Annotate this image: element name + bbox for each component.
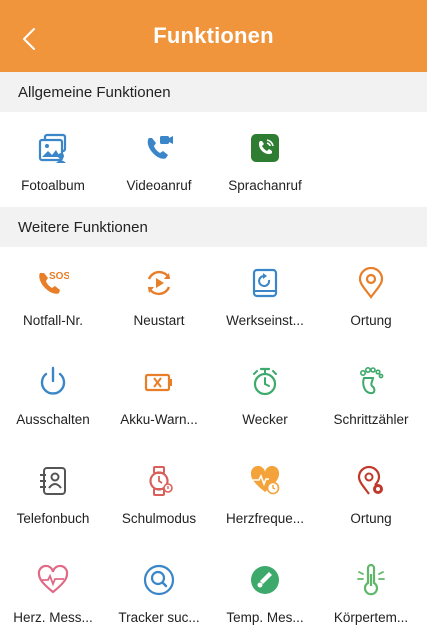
- function-schulmodus[interactable]: Schulmodus: [106, 445, 212, 540]
- sos-call-icon: SOS: [37, 267, 69, 299]
- section-title: Allgemeine Funktionen: [18, 83, 171, 101]
- function-label: Temp. Mes...: [226, 610, 304, 625]
- function-wecker[interactable]: Wecker: [212, 346, 318, 441]
- body-temperature-icon: [355, 564, 387, 596]
- function-temp-messung[interactable]: Temp. Mes...: [212, 544, 318, 639]
- function-herz-messung[interactable]: Herz. Mess...: [0, 544, 106, 639]
- photo-album-icon: [37, 132, 69, 164]
- more-functions-grid: SOS Notfall-Nr. Neustart Werkseinst... O…: [0, 247, 427, 641]
- restart-icon: [143, 267, 175, 299]
- function-tracker-suchen[interactable]: Tracker suc...: [106, 544, 212, 639]
- function-videoanruf[interactable]: Videoanruf: [106, 112, 212, 207]
- function-label: Körpertem...: [333, 610, 409, 625]
- general-functions-grid: Fotoalbum Videoanruf Sprachanruf: [0, 112, 427, 207]
- function-telefonbuch[interactable]: Telefonbuch: [0, 445, 106, 540]
- function-label: Ortung: [350, 511, 392, 526]
- function-label: Werkseinst...: [226, 313, 304, 328]
- location-pin-icon: [355, 267, 387, 299]
- function-schrittzaehler[interactable]: Schrittzähler: [318, 346, 424, 441]
- function-notfall-nr[interactable]: SOS Notfall-Nr.: [0, 247, 106, 342]
- function-sprachanruf[interactable]: Sprachanruf: [212, 112, 318, 207]
- phonebook-icon: [37, 465, 69, 497]
- function-ausschalten[interactable]: Ausschalten: [0, 346, 106, 441]
- location-target-icon: [355, 465, 387, 497]
- function-label: Herz. Mess...: [13, 610, 93, 625]
- page-title: Funktionen: [153, 23, 274, 48]
- function-label: Schrittzähler: [333, 412, 409, 427]
- voice-call-icon: [249, 132, 281, 164]
- app-header: Funktionen: [0, 0, 427, 72]
- function-koerpertemperatur[interactable]: Körpertem...: [318, 544, 424, 639]
- function-fotoalbum[interactable]: Fotoalbum: [0, 112, 106, 207]
- function-label: Telefonbuch: [16, 511, 90, 526]
- footprint-icon: [355, 366, 387, 398]
- section-title: Weitere Funktionen: [18, 218, 148, 236]
- svg-text:SOS: SOS: [49, 271, 69, 282]
- watch-icon: [143, 465, 175, 497]
- function-werkseinstellung[interactable]: Werkseinst...: [212, 247, 318, 342]
- function-label: Sprachanruf: [228, 178, 302, 193]
- function-label: Wecker: [242, 412, 288, 427]
- function-label: Neustart: [133, 313, 185, 328]
- heart-rate-icon: [249, 465, 281, 497]
- function-label: Fotoalbum: [21, 178, 85, 193]
- battery-warning-icon: [143, 366, 175, 398]
- function-label: Akku-Warn...: [120, 412, 198, 427]
- function-label: Notfall-Nr.: [22, 313, 83, 328]
- function-ortung-2[interactable]: Ortung: [318, 445, 424, 540]
- factory-reset-icon: [249, 267, 281, 299]
- section-header-general: Allgemeine Funktionen: [0, 72, 427, 112]
- function-ortung[interactable]: Ortung: [318, 247, 424, 342]
- function-label: Ortung: [350, 313, 392, 328]
- section-header-more: Weitere Funktionen: [0, 207, 427, 247]
- power-icon: [37, 366, 69, 398]
- heart-measure-icon: [37, 564, 69, 596]
- function-label: Videoanruf: [126, 178, 192, 193]
- function-akku-warnung[interactable]: Akku-Warn...: [106, 346, 212, 441]
- thermometer-icon: [249, 564, 281, 596]
- video-call-icon: [143, 132, 175, 164]
- function-herzfrequenz[interactable]: Herzfreque...: [212, 445, 318, 540]
- function-label: Tracker suc...: [118, 610, 200, 625]
- function-label: Ausschalten: [16, 412, 90, 427]
- function-label: Schulmodus: [121, 511, 197, 526]
- alarm-clock-icon: [249, 366, 281, 398]
- function-label: Herzfreque...: [225, 511, 305, 526]
- tracker-search-icon: [143, 564, 175, 596]
- function-neustart[interactable]: Neustart: [106, 247, 212, 342]
